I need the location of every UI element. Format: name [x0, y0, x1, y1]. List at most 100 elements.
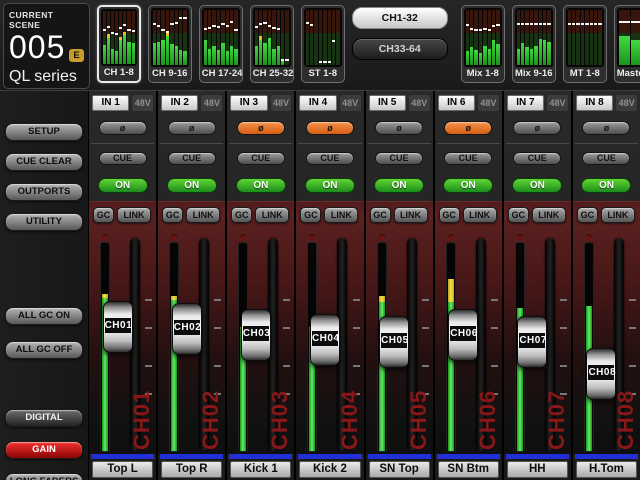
channel-name-label[interactable]: SN Btm — [438, 461, 499, 478]
meter-block-master[interactable]: Master — [614, 5, 640, 83]
phase-button[interactable]: ø — [237, 121, 285, 135]
link-button[interactable]: LINK — [601, 207, 635, 223]
sidebar-button-setup[interactable]: SETUP — [5, 123, 83, 141]
channel-on-button[interactable]: ON — [305, 178, 355, 193]
channel-on-button[interactable]: ON — [167, 178, 217, 193]
channel-name-label[interactable]: Kick 1 — [230, 461, 291, 478]
sidebar-button-digital[interactable]: DIGITAL — [5, 409, 83, 427]
fader-cap[interactable]: CH07 — [517, 316, 547, 368]
channel-name-label[interactable]: SN Top — [369, 461, 430, 478]
gain-compensation-button[interactable]: GC — [300, 207, 321, 223]
channel-on-button[interactable]: ON — [443, 178, 493, 193]
sidebar-button-utility[interactable]: UTILITY — [5, 213, 83, 231]
fader-cap[interactable]: CH05 — [379, 316, 409, 368]
channel-name-label[interactable]: H.Tom — [576, 461, 637, 478]
input-patch-button[interactable]: IN 3 — [230, 95, 267, 111]
channel-on-button[interactable]: ON — [581, 178, 631, 193]
phase-button[interactable]: ø — [168, 121, 216, 135]
cue-button[interactable]: CUE — [582, 152, 630, 165]
cue-button[interactable]: CUE — [306, 152, 354, 165]
fader-cap[interactable]: CH01 — [103, 301, 133, 353]
meter-bar — [310, 10, 313, 65]
meter-peak-hold — [175, 22, 178, 24]
fader-cap[interactable]: CH06 — [448, 309, 478, 361]
cue-button[interactable]: CUE — [375, 152, 423, 165]
channel-on-button[interactable]: ON — [98, 178, 148, 193]
meter-block-ch-9-16[interactable]: CH 9-16 — [148, 5, 192, 83]
input-patch-button[interactable]: IN 4 — [299, 95, 336, 111]
gain-compensation-button[interactable]: GC — [231, 207, 252, 223]
input-patch-button[interactable]: IN 6 — [438, 95, 475, 111]
input-patch-button[interactable]: IN 5 — [369, 95, 406, 111]
phase-button[interactable]: ø — [306, 121, 354, 135]
meter-block-mt-1-8[interactable]: MT 1-8 — [563, 5, 607, 83]
meter-bar-level — [107, 38, 110, 65]
input-patch-button[interactable]: IN 8 — [576, 95, 613, 111]
channel-name-label[interactable]: HH — [507, 461, 568, 478]
sidebar-button-all-gc-off[interactable]: ALL GC OFF — [5, 341, 83, 359]
channel-name-label[interactable]: Top R — [161, 461, 222, 478]
meter-peak-hold — [598, 23, 601, 25]
meter-block-ch-25-32[interactable]: CH 25-32 — [250, 5, 294, 83]
meter-peak-hold — [166, 31, 169, 33]
gain-compensation-button[interactable]: GC — [508, 207, 529, 223]
gain-compensation-button[interactable]: GC — [162, 207, 183, 223]
sidebar-button-all-gc-on[interactable]: ALL GC ON — [5, 307, 83, 325]
meter-block-st-1-8[interactable]: ST 1-8 — [301, 5, 345, 83]
channel-name-label[interactable]: Top L — [92, 461, 153, 478]
scene-edit-badge: E — [69, 49, 83, 62]
sidebar-button-gain[interactable]: GAIN — [5, 441, 83, 459]
link-button[interactable]: LINK — [463, 207, 497, 223]
gain-compensation-button[interactable]: GC — [370, 207, 391, 223]
channel-name-label[interactable]: Kick 2 — [299, 461, 360, 478]
link-button[interactable]: LINK — [117, 207, 151, 223]
phase-button[interactable]: ø — [375, 121, 423, 135]
fader-cap[interactable]: CH03 — [241, 309, 271, 361]
link-button[interactable]: LINK — [394, 207, 428, 223]
cue-button[interactable]: CUE — [444, 152, 492, 165]
cue-button[interactable]: CUE — [99, 152, 147, 165]
channel-on-button[interactable]: ON — [512, 178, 562, 193]
gain-compensation-button[interactable]: GC — [93, 207, 114, 223]
fader-cap-label: CH01 — [105, 318, 131, 333]
input-patch-button[interactable]: IN 2 — [161, 95, 198, 111]
channel-color-bar — [298, 454, 361, 459]
meter-block-ch-1-8[interactable]: CH 1-8 — [97, 5, 141, 83]
phase-button[interactable]: ø — [444, 121, 492, 135]
fader-track[interactable] — [614, 238, 624, 451]
meter-block-ch-17-24[interactable]: CH 17-24 — [199, 5, 243, 83]
phase-button[interactable]: ø — [99, 121, 147, 135]
channel-on-button[interactable]: ON — [374, 178, 424, 193]
gain-compensation-button[interactable]: GC — [577, 207, 598, 223]
gain-compensation-button[interactable]: GC — [439, 207, 460, 223]
meter-block-mix-9-16[interactable]: Mix 9-16 — [512, 5, 556, 83]
bank-button-ch1-32[interactable]: CH1-32 — [352, 7, 448, 29]
cue-button[interactable]: CUE — [237, 152, 285, 165]
meter-bar — [590, 10, 593, 65]
meter-screen — [101, 9, 137, 66]
input-patch-button[interactable]: IN 7 — [507, 95, 544, 111]
sidebar-button-cue-clear[interactable]: CUE CLEAR — [5, 153, 83, 171]
fader-cap[interactable]: CH02 — [172, 303, 202, 355]
fader-panel: GCLINKCH04CH04 — [296, 201, 363, 454]
sidebar-button-outports[interactable]: OUTPORTS — [5, 183, 83, 201]
meter-block-mix-1-8[interactable]: Mix 1-8 — [461, 5, 505, 83]
link-button[interactable]: LINK — [532, 207, 566, 223]
fader-cap-label: CH02 — [174, 320, 200, 335]
meter-peak-hold — [521, 23, 524, 25]
link-button[interactable]: LINK — [324, 207, 358, 223]
sidebar-button-long-faders[interactable]: LONG FADERS — [5, 473, 83, 480]
cue-button[interactable]: CUE — [168, 152, 216, 165]
phase-button[interactable]: ø — [513, 121, 561, 135]
fader-cap[interactable]: CH04 — [310, 314, 340, 366]
cue-button[interactable]: CUE — [513, 152, 561, 165]
phase-button[interactable]: ø — [582, 121, 630, 135]
meter-peak-hold — [259, 23, 262, 25]
meter-bar — [281, 10, 284, 65]
bank-button-ch33-64[interactable]: CH33-64 — [352, 38, 448, 60]
channel-on-button[interactable]: ON — [236, 178, 286, 193]
input-patch-button[interactable]: IN 1 — [92, 95, 129, 111]
fader-cap[interactable]: CH08 — [586, 348, 616, 400]
link-button[interactable]: LINK — [255, 207, 289, 223]
link-button[interactable]: LINK — [186, 207, 220, 223]
